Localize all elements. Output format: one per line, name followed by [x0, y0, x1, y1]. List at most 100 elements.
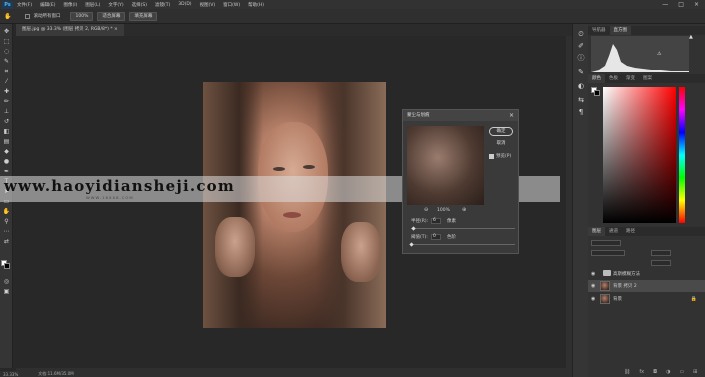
tab-histogram[interactable]: 直方图 [609, 26, 631, 35]
menu-help[interactable]: 帮助(H) [244, 2, 268, 8]
gradient-tool-icon[interactable]: ▤ [2, 138, 11, 145]
layer-row-group[interactable]: ◉ 高斯模糊方法 [588, 268, 705, 280]
eyedropper-tool-icon[interactable]: ⁄ [2, 78, 11, 85]
pen-tool-icon[interactable]: ✒ [2, 168, 11, 175]
healing-brush-tool-icon[interactable]: ✚ [2, 88, 11, 95]
screen-mode-icon[interactable]: ▣ [2, 288, 11, 295]
brush-tool-icon[interactable]: ✏ [2, 98, 11, 105]
histogram-warning-icon[interactable]: ⚠ [657, 51, 661, 57]
menu-type[interactable]: 文字(Y) [104, 2, 127, 8]
histogram-refresh-icon[interactable]: ▲ [689, 34, 693, 40]
menu-edit[interactable]: 编辑(E) [36, 2, 59, 8]
paragraph-panel-icon[interactable]: ¶ [577, 108, 585, 116]
hue-slider[interactable] [679, 87, 685, 223]
crop-tool-icon[interactable]: ⌗ [2, 68, 11, 75]
radius-slider-thumb[interactable] [411, 226, 416, 231]
close-button[interactable]: × [694, 1, 699, 8]
document-image[interactable] [203, 82, 386, 328]
ok-button[interactable]: 确定 [489, 127, 513, 136]
color-picker-field[interactable] [603, 87, 676, 223]
right-panels: 导航器 直方图 ⚠ ▲ 颜色 色板 渐变 图案 图层 通道 路径 ◉ 高斯模糊方… [588, 24, 705, 377]
properties-panel-icon[interactable]: ⇆ [577, 96, 585, 104]
visibility-eye-icon[interactable]: ◉ [591, 283, 595, 289]
status-zoom[interactable]: 33.33% [3, 372, 18, 377]
quick-select-tool-icon[interactable]: ✎ [2, 58, 11, 65]
threshold-input[interactable]: 0 [431, 234, 441, 240]
menu-select[interactable]: 选择(S) [128, 2, 151, 8]
panel-background-swatch[interactable] [594, 90, 600, 96]
lock-icon: 🔒 [690, 296, 697, 302]
visibility-eye-icon[interactable]: ◉ [591, 271, 595, 277]
new-group-icon[interactable]: ▭ [679, 369, 684, 377]
histogram-svg [591, 44, 689, 72]
preview-checkbox[interactable] [489, 154, 494, 159]
hair-right [316, 82, 386, 328]
menu-view[interactable]: 视图(V) [196, 2, 220, 8]
brush-settings-icon[interactable]: ✐ [577, 42, 585, 50]
blend-mode-dropdown[interactable] [591, 250, 625, 256]
fill-input[interactable] [651, 260, 671, 266]
new-layer-icon[interactable]: ⊞ [693, 369, 697, 377]
tab-swatches[interactable]: 色板 [605, 74, 622, 83]
radius-slider[interactable] [411, 228, 515, 229]
layer-style-icon[interactable]: fx [639, 369, 644, 377]
opacity-input[interactable] [651, 250, 671, 256]
radius-input[interactable]: 6 [431, 218, 441, 224]
visibility-eye-icon[interactable]: ◉ [591, 296, 595, 302]
layer-row-selected[interactable]: ◉ 背景 拷贝 2 [588, 280, 705, 292]
adjustment-layer-icon[interactable]: ◑ [666, 369, 670, 377]
quick-mask-icon[interactable]: ◎ [2, 278, 11, 285]
layer-filter-dropdown[interactable] [591, 240, 621, 246]
zoom-100-button[interactable]: 100% [70, 11, 94, 21]
threshold-slider-thumb[interactable] [409, 242, 414, 247]
info-panel-icon[interactable]: ⓘ [577, 54, 585, 62]
hand-tool-icon[interactable]: ✋ [2, 208, 11, 215]
tab-layers[interactable]: 图层 [588, 227, 605, 236]
zoom-tool-icon[interactable]: ⚲ [2, 218, 11, 225]
history-brush-tool-icon[interactable]: ↺ [2, 118, 11, 125]
zoom-in-icon[interactable]: ⊕ [462, 207, 466, 213]
menu-filter[interactable]: 滤镜(T) [151, 2, 174, 8]
blur-tool-icon[interactable]: ◆ [2, 148, 11, 155]
menu-file[interactable]: 文件(F) [13, 2, 36, 8]
document-tab-bar: 图层.jpg @ 33.3% (图层 拷贝 2, RGB/8*) * × [16, 24, 572, 36]
menu-3d[interactable]: 3D(D) [174, 2, 195, 7]
menu-layer[interactable]: 图层(L) [81, 2, 104, 8]
dodge-tool-icon[interactable]: ● [2, 158, 11, 165]
eraser-tool-icon[interactable]: ◧ [2, 128, 11, 135]
tab-navigator[interactable]: 导航器 [588, 26, 610, 35]
document-tab[interactable]: 图层.jpg @ 33.3% (图层 拷贝 2, RGB/8*) * × [16, 24, 124, 36]
fill-screen-button[interactable]: 填充屏幕 [129, 11, 158, 21]
dialog-preview-image[interactable] [407, 126, 484, 205]
minimize-button[interactable]: — [662, 1, 668, 8]
menu-window[interactable]: 窗口(W) [219, 2, 244, 8]
tab-paths[interactable]: 路径 [622, 227, 639, 236]
background-color-swatch[interactable] [4, 263, 10, 269]
tab-channels[interactable]: 通道 [605, 227, 622, 236]
lasso-tool-icon[interactable]: ◌ [2, 48, 11, 55]
more-tools-icon[interactable]: ⋯ [2, 228, 11, 235]
scroll-all-checkbox[interactable] [25, 13, 31, 19]
marquee-tool-icon[interactable]: ⬚ [2, 38, 11, 45]
maximize-button[interactable]: □ [678, 1, 684, 8]
tab-gradients[interactable]: 渐变 [622, 74, 639, 83]
brush-presets-icon[interactable]: ✎ [577, 68, 585, 76]
clone-stamp-tool-icon[interactable]: ⊥ [2, 108, 11, 115]
link-layers-icon[interactable]: ⛓ [624, 369, 630, 377]
move-tool-icon[interactable]: ✥ [2, 28, 11, 35]
layer-row-background[interactable]: ◉ 背景 🔒 [588, 293, 705, 305]
history-panel-icon[interactable]: ⏲ [577, 30, 585, 38]
fit-screen-button[interactable]: 适合屏幕 [97, 11, 126, 21]
dialog-close-icon[interactable]: × [509, 110, 514, 121]
edit-toolbar-icon[interactable]: ⇄ [2, 238, 11, 245]
add-mask-icon[interactable]: ◘ [653, 369, 657, 377]
watermark-subtext: WWW.16XX8.COM [86, 195, 134, 200]
adjustments-icon[interactable]: ◐ [577, 82, 585, 90]
menu-bar: Ps 文件(F) 编辑(E) 图像(I) 图层(L) 文字(Y) 选择(S) 滤… [0, 0, 705, 9]
menu-image[interactable]: 图像(I) [59, 2, 81, 8]
tab-color[interactable]: 颜色 [588, 74, 605, 83]
zoom-out-icon[interactable]: ⊖ [424, 207, 428, 213]
threshold-slider[interactable] [411, 244, 515, 245]
tab-patterns[interactable]: 图案 [639, 74, 656, 83]
cancel-button[interactable]: 取消 [489, 140, 513, 149]
